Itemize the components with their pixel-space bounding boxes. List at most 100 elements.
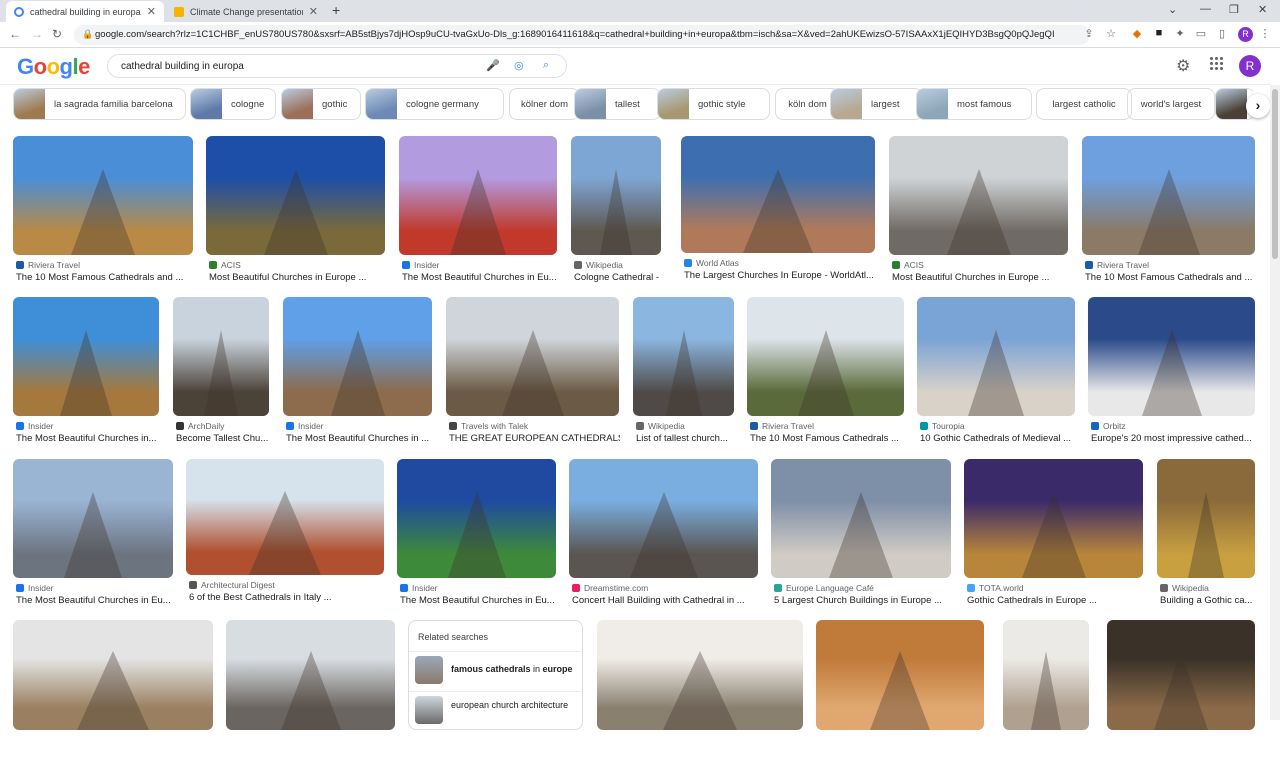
cathedral-thumbnail[interactable] xyxy=(681,136,875,253)
image-result[interactable]: Riviera Travel The 10 Most Famous Cathedr… xyxy=(13,136,193,289)
cathedral-thumbnail[interactable] xyxy=(1157,459,1255,578)
chips-next-chevron-icon[interactable]: › xyxy=(1246,94,1270,118)
result-source[interactable]: Europe Language Café xyxy=(774,583,874,593)
cathedral-thumbnail[interactable] xyxy=(13,136,193,255)
result-title[interactable]: Most Beautiful Churches in Europe ... xyxy=(892,272,1069,283)
result-source[interactable]: Dreamstime.com xyxy=(572,583,648,593)
result-source[interactable]: Riviera Travel xyxy=(750,421,814,431)
image-result[interactable]: TOTA.world Gothic Cathedrals in Europe ..… xyxy=(964,459,1143,612)
result-source[interactable]: Wikipedia xyxy=(574,260,623,270)
search-icon[interactable]: ⌕ xyxy=(543,59,549,72)
cathedral-thumbnail[interactable] xyxy=(226,620,395,730)
search-chip[interactable]: most famous xyxy=(916,88,1032,120)
result-title[interactable]: The Most Beautiful Churches in Eu... xyxy=(400,595,557,606)
related-search-item[interactable]: european church architecture xyxy=(409,691,582,727)
account-avatar[interactable]: R xyxy=(1239,55,1261,77)
result-title[interactable]: The Most Beautiful Churches in... xyxy=(16,433,160,444)
cathedral-thumbnail[interactable] xyxy=(13,459,173,578)
image-result[interactable] xyxy=(1003,620,1089,764)
search-chip[interactable]: gothic xyxy=(281,88,361,120)
result-source[interactable]: Travels with Talek xyxy=(449,421,528,431)
close-tab-icon[interactable]: ✕ xyxy=(309,5,318,18)
image-result[interactable]: World Atlas The Largest Churches In Europ… xyxy=(681,136,875,287)
close-window-icon[interactable]: ✕ xyxy=(1258,3,1267,16)
result-source[interactable]: Insider xyxy=(402,260,440,270)
result-title[interactable]: Concert Hall Building with Cathedral in … xyxy=(572,595,759,606)
result-source[interactable]: Architectural Digest xyxy=(189,580,275,590)
result-source[interactable]: Insider xyxy=(16,421,54,431)
puzzle-extensions-icon[interactable]: ✦ xyxy=(1173,27,1187,41)
back-icon[interactable]: ← xyxy=(9,27,21,41)
cathedral-thumbnail[interactable] xyxy=(397,459,556,578)
cathedral-thumbnail[interactable] xyxy=(1107,620,1255,730)
image-result[interactable]: ACIS Most Beautiful Churches in Europe ..… xyxy=(206,136,385,289)
result-title[interactable]: Europe's 20 most impressive cathed... xyxy=(1091,433,1256,444)
image-result[interactable]: Travels with Talek THE GREAT EUROPEAN CAT… xyxy=(446,297,620,450)
result-source[interactable]: Wikipedia xyxy=(636,421,685,431)
cathedral-thumbnail[interactable] xyxy=(917,297,1075,416)
cathedral-thumbnail[interactable] xyxy=(747,297,904,416)
result-title[interactable]: 5 Largest Church Buildings in Europe ... xyxy=(774,595,952,606)
cathedral-thumbnail[interactable] xyxy=(1003,620,1089,730)
result-title[interactable]: 6 of the Best Cathedrals in Italy ... xyxy=(189,592,385,603)
search-chip[interactable]: tallest xyxy=(574,88,661,120)
image-result[interactable]: Dreamstime.com Concert Hall Building with… xyxy=(569,459,758,612)
image-result[interactable] xyxy=(13,620,213,764)
restore-icon[interactable]: ❐ xyxy=(1229,3,1239,16)
image-result[interactable]: Wikipedia List of tallest church... xyxy=(633,297,734,450)
image-result[interactable]: Insider The Most Beautiful Churches in... xyxy=(13,297,159,450)
cathedral-thumbnail[interactable] xyxy=(399,136,557,255)
image-result[interactable] xyxy=(226,620,395,764)
profile-avatar[interactable]: R xyxy=(1238,27,1253,42)
result-source[interactable]: ACIS xyxy=(892,260,924,270)
result-title[interactable]: The 10 Most Famous Cathedrals and ... xyxy=(16,272,194,283)
image-result[interactable]: Architectural Digest 6 of the Best Cathed… xyxy=(186,459,384,609)
image-result[interactable]: Wikipedia Building a Gothic ca... xyxy=(1157,459,1255,612)
image-result[interactable]: Touropia 10 Gothic Cathedrals of Medieval… xyxy=(917,297,1075,450)
result-title[interactable]: 10 Gothic Cathedrals of Medieval ... xyxy=(920,433,1076,444)
result-title[interactable]: Cologne Cathedral - ... xyxy=(574,272,662,283)
result-source[interactable]: Wikipedia xyxy=(1160,583,1209,593)
close-tab-icon[interactable]: ✕ xyxy=(147,5,156,18)
image-result[interactable]: Insider The Most Beautiful Churches in ..… xyxy=(283,297,432,450)
cathedral-thumbnail[interactable] xyxy=(13,297,159,416)
image-result[interactable]: Insider The Most Beautiful Churches in Eu… xyxy=(13,459,173,612)
result-source[interactable]: ArchDaily xyxy=(176,421,224,431)
cathedral-thumbnail[interactable] xyxy=(633,297,734,416)
image-result[interactable]: ACIS Most Beautiful Churches in Europe ..… xyxy=(889,136,1068,289)
search-chip[interactable]: gothic style xyxy=(657,88,770,120)
lens-icon[interactable]: ◎ xyxy=(514,59,524,72)
side-panel-icon[interactable]: ▯ xyxy=(1215,27,1229,41)
result-title[interactable]: The Most Beautiful Churches in ... xyxy=(286,433,433,444)
result-source[interactable]: Insider xyxy=(16,583,54,593)
result-source[interactable]: Riviera Travel xyxy=(16,260,80,270)
result-source[interactable]: Touropia xyxy=(920,421,965,431)
search-chip[interactable]: kölner dom xyxy=(509,88,580,120)
metamask-extension-icon[interactable]: ◆ xyxy=(1130,27,1144,41)
cathedral-thumbnail[interactable] xyxy=(283,297,432,416)
new-tab-button[interactable]: + xyxy=(332,2,340,18)
result-source[interactable]: World Atlas xyxy=(684,258,739,268)
result-title[interactable]: List of tallest church... xyxy=(636,433,735,444)
settings-gear-icon[interactable]: ⚙ xyxy=(1176,56,1190,76)
scrollbar-thumb[interactable] xyxy=(1272,89,1278,259)
address-bar[interactable]: 🔒 google.com/search?rlz=1C1CHBF_enUS780U… xyxy=(74,25,1090,45)
page-scrollbar[interactable] xyxy=(1270,85,1280,720)
tab-google-images[interactable]: cathedral building in europa - G ✕ xyxy=(6,1,164,22)
image-result[interactable]: Insider The Most Beautiful Churches in Eu… xyxy=(397,459,556,612)
result-source[interactable]: Insider xyxy=(400,583,438,593)
search-chip[interactable]: largest xyxy=(830,88,923,120)
cathedral-thumbnail[interactable] xyxy=(571,136,661,255)
cathedral-thumbnail[interactable] xyxy=(964,459,1143,578)
cathedral-thumbnail[interactable] xyxy=(186,459,384,575)
image-result[interactable]: Wikipedia Cologne Cathedral - ... xyxy=(571,136,662,289)
image-result[interactable]: Orbitz Europe's 20 most impressive cathed… xyxy=(1088,297,1255,450)
result-title[interactable]: Become Tallest Chu... xyxy=(176,433,270,444)
result-source[interactable]: Insider xyxy=(286,421,324,431)
result-source[interactable]: Orbitz xyxy=(1091,421,1126,431)
search-box[interactable]: cathedral building in europa 🎤 ◎ ⌕ xyxy=(107,54,567,78)
search-chip[interactable]: cologne xyxy=(190,88,276,120)
bookmark-star-icon[interactable]: ☆ xyxy=(1104,27,1118,41)
reload-icon[interactable]: ↻ xyxy=(52,27,62,41)
cathedral-thumbnail[interactable] xyxy=(1088,297,1255,416)
